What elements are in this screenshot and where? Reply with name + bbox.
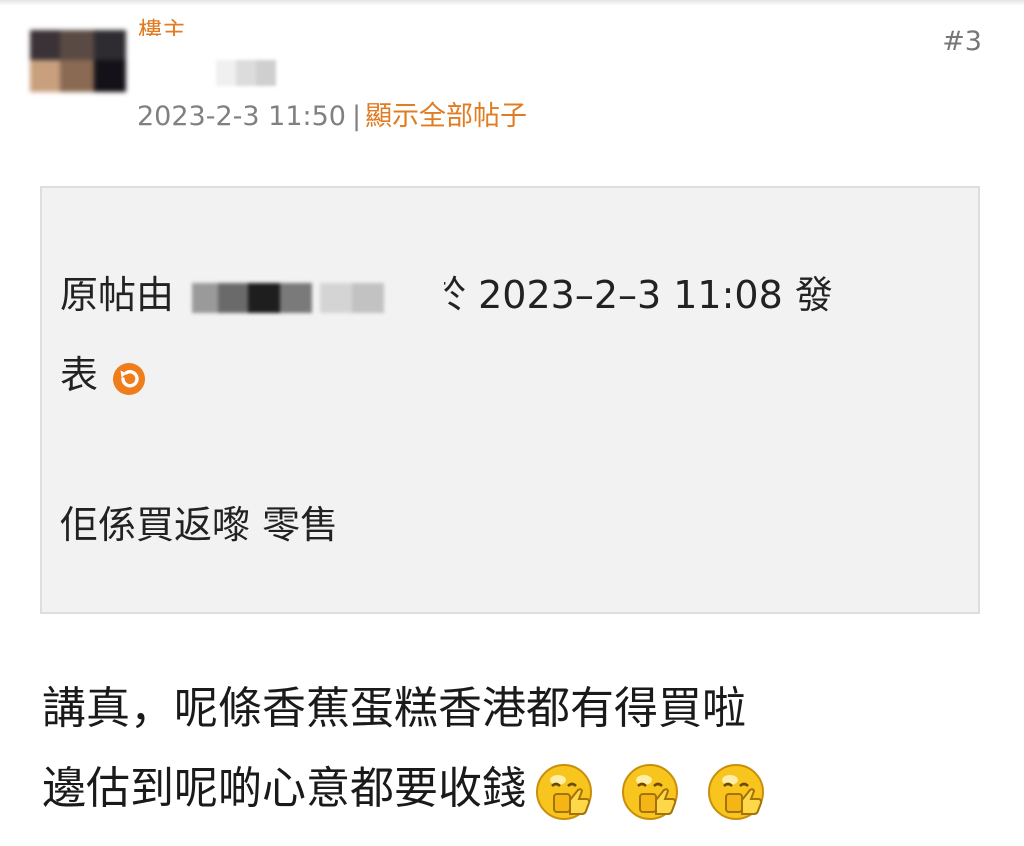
reply-line-2: 邊估到呢啲心意都要收錢 bbox=[42, 752, 768, 822]
quote-suffix: 於 bbox=[444, 273, 467, 317]
quoted-author-redacted bbox=[192, 279, 313, 317]
post-floor-number[interactable]: #3 bbox=[942, 26, 982, 57]
post-timestamp: 2023-2-3 11:50 bbox=[137, 101, 346, 132]
quoted-text: 佢係買返嚟 零售 bbox=[60, 503, 339, 547]
quoted-time: 2023–2–3 11:08 發 bbox=[478, 273, 833, 317]
quoted-author-redacted-2 bbox=[320, 279, 385, 317]
thumbs-up-smiley-icon bbox=[534, 760, 596, 822]
avatar[interactable] bbox=[30, 30, 126, 92]
reply-line-1: 講真，呢條香蕉蛋糕香港都有得買啦 bbox=[42, 683, 746, 734]
quote-header: 原帖由 於 2023–2–3 11:08 發 bbox=[60, 264, 833, 319]
quote-header-tail: 表 bbox=[60, 353, 99, 397]
reply-line-2-text: 邊估到呢啲心意都要收錢 bbox=[42, 763, 526, 814]
username-redacted bbox=[216, 60, 276, 86]
thumbs-up-smiley-icon bbox=[620, 760, 682, 822]
top-divider bbox=[0, 0, 1024, 6]
thumbs-up-smiley-icon bbox=[706, 760, 768, 822]
forum-post: 樓主 #3 2023-2-3 11:50 | 顯示全部帖子 原帖由 於 2023–2–… bbox=[0, 0, 1024, 846]
go-to-original-post-icon[interactable] bbox=[112, 361, 146, 395]
quote-block: 原帖由 於 2023–2–3 11:08 發 表 佢係買返嚟 零售 bbox=[40, 186, 980, 614]
quote-prefix: 原帖由 bbox=[60, 273, 175, 317]
post-meta: 2023-2-3 11:50 | 顯示全部帖子 bbox=[137, 94, 527, 133]
quote-header-continued: 表 bbox=[60, 344, 146, 399]
author-badge[interactable]: 樓主 bbox=[138, 14, 186, 36]
meta-separator: | bbox=[351, 101, 362, 132]
show-all-posts-link[interactable]: 顯示全部帖子 bbox=[365, 101, 527, 132]
